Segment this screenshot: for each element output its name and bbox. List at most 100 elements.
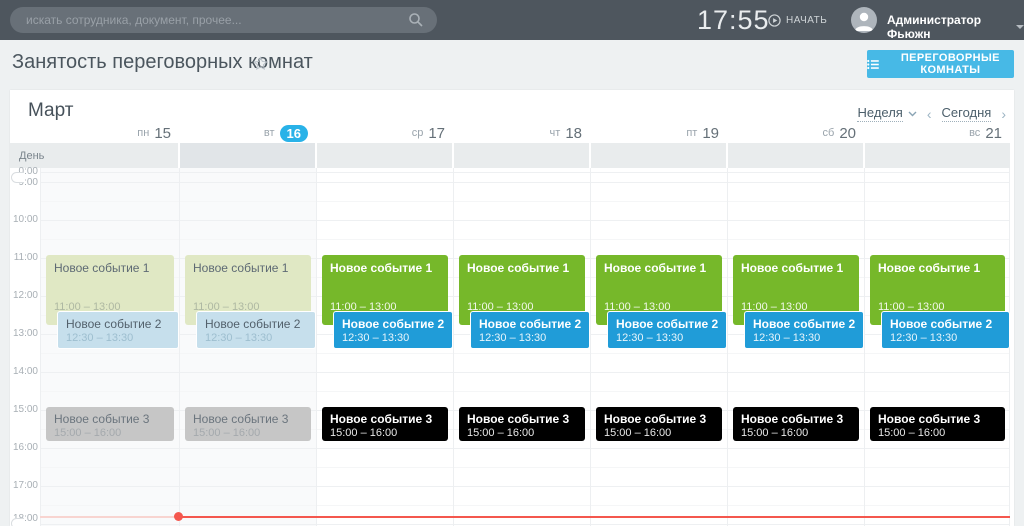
calendar-event-black[interactable]: Новое событие 3 15:00 – 16:00 bbox=[46, 407, 174, 441]
day-header-tue-today[interactable]: вт 16 bbox=[179, 123, 308, 143]
list-icon bbox=[867, 58, 879, 71]
divider bbox=[589, 143, 591, 168]
day-number: 21 bbox=[985, 125, 1002, 142]
column-divider bbox=[727, 168, 728, 526]
event-time: 12:30 – 13:30 bbox=[616, 332, 718, 344]
user-avatar[interactable] bbox=[851, 7, 877, 33]
day-header-sat[interactable]: сб 20 bbox=[727, 123, 856, 143]
calendar-event-black[interactable]: Новое событие 3 15:00 – 16:00 bbox=[322, 407, 448, 441]
calendar-event-black[interactable]: Новое событие 3 15:00 – 16:00 bbox=[185, 407, 311, 441]
day-header-wed[interactable]: ср 17 bbox=[316, 123, 445, 143]
rooms-button-label: ПЕРЕГОВОРНЫЕ КОМНАТЫ bbox=[887, 52, 1014, 76]
column-divider bbox=[179, 168, 180, 526]
time-label: 10:00 bbox=[10, 214, 38, 225]
event-title: Новое событие 2 bbox=[66, 317, 170, 331]
weekday-label: чт bbox=[550, 127, 561, 139]
search-input[interactable] bbox=[10, 7, 437, 33]
search-icon[interactable] bbox=[408, 12, 424, 28]
time-label: 11:00 bbox=[10, 252, 38, 263]
column-divider bbox=[316, 168, 317, 526]
event-title: Новое событие 1 bbox=[330, 261, 440, 275]
event-title: Новое событие 3 bbox=[741, 412, 851, 426]
calendar-event-blue[interactable]: Новое событие 2 12:30 – 13:30 bbox=[470, 311, 590, 349]
favorite-star-icon[interactable] bbox=[252, 55, 269, 72]
time-label: 13:00 bbox=[10, 328, 38, 339]
start-timer-button[interactable]: НАЧАТЬ bbox=[768, 12, 827, 28]
event-time: 15:00 – 16:00 bbox=[604, 427, 714, 439]
column-divider bbox=[864, 168, 865, 526]
divider bbox=[178, 143, 180, 168]
calendar-event-black[interactable]: Новое событие 3 15:00 – 16:00 bbox=[459, 407, 585, 441]
day-number: 17 bbox=[428, 125, 445, 142]
view-selector-label: Неделя bbox=[857, 105, 902, 122]
prev-week-button[interactable]: ‹ bbox=[927, 107, 932, 121]
calendar-event-blue[interactable]: Новое событие 2 12:30 – 13:30 bbox=[744, 311, 864, 349]
day-number: 18 bbox=[565, 125, 582, 142]
now-line bbox=[179, 516, 1010, 518]
calendar-event-blue[interactable]: Новое событие 2 12:30 – 13:30 bbox=[333, 311, 453, 349]
time-label: 14:00 bbox=[10, 366, 38, 377]
weekday-label: ср bbox=[412, 127, 424, 139]
event-title: Новое событие 2 bbox=[342, 317, 444, 331]
day-number-today: 16 bbox=[280, 125, 308, 142]
calendar-event-black[interactable]: Новое событие 3 15:00 – 16:00 bbox=[733, 407, 859, 441]
event-title: Новое событие 2 bbox=[753, 317, 855, 331]
event-time: 15:00 – 16:00 bbox=[878, 427, 997, 439]
event-title: Новое событие 3 bbox=[467, 412, 577, 426]
day-header-thu[interactable]: чт 18 bbox=[453, 123, 582, 143]
divider bbox=[315, 143, 317, 168]
today-button[interactable]: Сегодня bbox=[942, 105, 992, 122]
collapse-hours-toggle[interactable] bbox=[11, 518, 24, 526]
event-time: 15:00 – 16:00 bbox=[193, 427, 303, 439]
all-day-today-cell[interactable] bbox=[179, 143, 316, 168]
divider bbox=[452, 143, 454, 168]
calendar-event-blue[interactable]: Новое событие 2 12:30 – 13:30 bbox=[881, 311, 1010, 349]
day-header-fri[interactable]: пт 19 bbox=[590, 123, 719, 143]
calendar-event-blue[interactable]: Новое событие 2 12:30 – 13:30 bbox=[607, 311, 727, 349]
time-label: 17:00 bbox=[10, 480, 38, 491]
person-icon bbox=[851, 7, 877, 33]
calendar-event-black[interactable]: Новое событие 3 15:00 – 16:00 bbox=[596, 407, 722, 441]
event-title: Новое событие 3 bbox=[193, 412, 303, 426]
user-name: Администратор Фьюжн bbox=[887, 13, 1009, 41]
calendar-event-blue[interactable]: Новое событие 2 12:30 – 13:30 bbox=[57, 311, 179, 349]
event-title: Новое событие 3 bbox=[878, 412, 997, 426]
event-time: 15:00 – 16:00 bbox=[330, 427, 440, 439]
event-title: Новое событие 2 bbox=[479, 317, 581, 331]
divider bbox=[863, 143, 865, 168]
calendar-event-blue[interactable]: Новое событие 2 12:30 – 13:30 bbox=[196, 311, 316, 349]
view-selector[interactable]: Неделя bbox=[857, 105, 916, 122]
calendar-event-black[interactable]: Новое событие 3 15:00 – 16:00 bbox=[870, 407, 1005, 441]
event-title: Новое событие 1 bbox=[878, 261, 997, 275]
time-label: 15:00 bbox=[10, 404, 38, 415]
event-title: Новое событие 1 bbox=[741, 261, 851, 275]
event-time: 12:30 – 13:30 bbox=[479, 332, 581, 344]
event-title: Новое событие 1 bbox=[54, 261, 166, 275]
event-title: Новое событие 3 bbox=[54, 412, 166, 426]
all-day-row[interactable] bbox=[10, 143, 1010, 168]
next-week-button[interactable]: › bbox=[1001, 107, 1006, 121]
day-header-sun[interactable]: вс 21 bbox=[864, 123, 1002, 143]
event-time: 15:00 – 16:00 bbox=[741, 427, 851, 439]
weekday-label: вт bbox=[264, 127, 275, 139]
user-menu[interactable]: Администратор Фьюжн bbox=[887, 13, 1024, 41]
month-title: Март bbox=[28, 100, 73, 122]
start-label: НАЧАТЬ bbox=[786, 15, 827, 26]
event-time: 15:00 – 16:00 bbox=[467, 427, 577, 439]
event-title: Новое событие 2 bbox=[890, 317, 1001, 331]
event-title: Новое событие 1 bbox=[467, 261, 577, 275]
chevron-down-icon bbox=[908, 111, 917, 117]
collapse-hours-toggle[interactable] bbox=[11, 172, 24, 183]
event-title: Новое событие 2 bbox=[616, 317, 718, 331]
day-header-mon[interactable]: пн 15 bbox=[40, 123, 171, 143]
event-time: 12:30 – 13:30 bbox=[890, 332, 1001, 344]
event-time: 12:30 – 13:30 bbox=[205, 332, 307, 344]
meeting-rooms-button[interactable]: ПЕРЕГОВОРНЫЕ КОМНАТЫ bbox=[867, 50, 1014, 78]
event-title: Новое событие 1 bbox=[193, 261, 303, 275]
day-number: 15 bbox=[154, 125, 171, 142]
event-title: Новое событие 3 bbox=[604, 412, 714, 426]
event-time: 12:30 – 13:30 bbox=[342, 332, 444, 344]
day-number: 20 bbox=[839, 125, 856, 142]
topbar: 17:55 НАЧАТЬ Администратор Фьюжн bbox=[0, 0, 1024, 40]
column-divider bbox=[453, 168, 454, 526]
